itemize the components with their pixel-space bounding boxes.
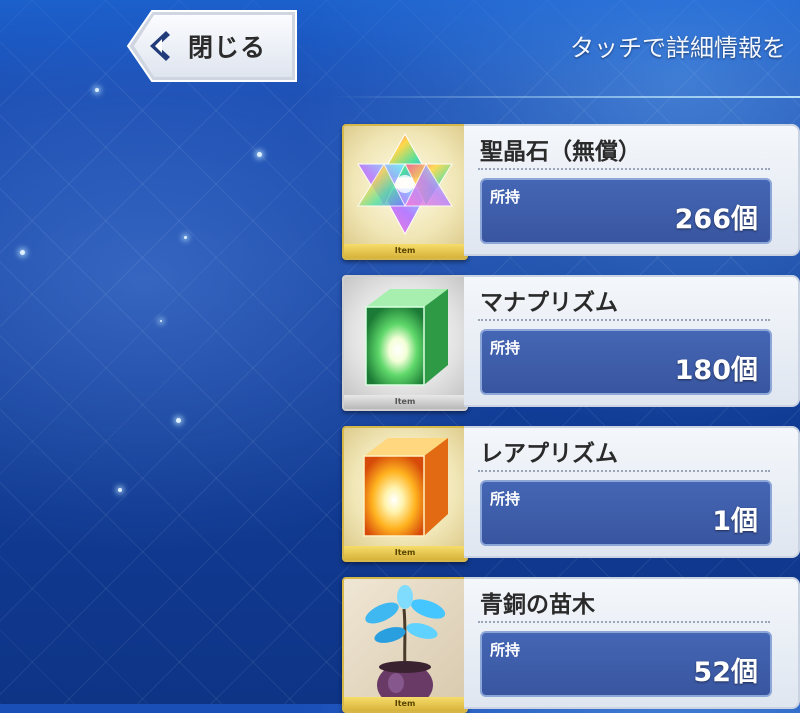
owned-label: 所持 bbox=[490, 641, 521, 659]
owned-label: 所持 bbox=[490, 339, 521, 357]
item-tag: Item bbox=[344, 244, 466, 258]
item-tag: Item bbox=[344, 546, 466, 560]
item-thumbnail: Item bbox=[342, 275, 468, 411]
bronze-sapling-icon bbox=[365, 585, 446, 707]
green-prism-icon bbox=[365, 289, 448, 386]
sparkle bbox=[176, 418, 181, 423]
owned-count: 180個 bbox=[674, 355, 758, 386]
item-info-panel: マナプリズム 所持 180個 bbox=[464, 275, 800, 407]
orange-prism-icon bbox=[363, 438, 448, 537]
item-name: 聖晶石（無償） bbox=[480, 139, 641, 165]
close-button[interactable]: 閉じる bbox=[126, 9, 298, 83]
owned-label: 所持 bbox=[490, 490, 521, 508]
close-button-label: 閉じる bbox=[188, 33, 267, 62]
owned-count: 1個 bbox=[712, 506, 758, 537]
sparkle bbox=[20, 250, 25, 255]
item-tag: Item bbox=[344, 395, 466, 409]
sparkle bbox=[118, 488, 122, 492]
owned-count-box: 所持 180個 bbox=[480, 329, 772, 395]
item-info-panel: 聖晶石（無償） 所持 266個 bbox=[464, 124, 800, 256]
divider bbox=[478, 621, 770, 623]
owned-count-box: 所持 52個 bbox=[480, 631, 772, 697]
item-thumbnail: Item bbox=[342, 426, 468, 562]
sparkle bbox=[160, 320, 162, 322]
divider bbox=[478, 168, 770, 170]
owned-count-box: 所持 1個 bbox=[480, 480, 772, 546]
item-name: マナプリズム bbox=[480, 290, 618, 316]
sparkle bbox=[184, 236, 187, 239]
owned-count: 52個 bbox=[693, 657, 758, 688]
item-thumbnail: Item bbox=[342, 124, 468, 260]
back-arrow-icon bbox=[150, 31, 170, 61]
item-tag: Item bbox=[344, 697, 466, 711]
divider bbox=[478, 319, 770, 321]
item-row-saint-quartz[interactable]: Item 聖晶石（無償） 所持 266個 bbox=[340, 124, 800, 260]
owned-count-box: 所持 266個 bbox=[480, 178, 772, 244]
item-info-panel: レアプリズム 所持 1個 bbox=[464, 426, 800, 558]
owned-count: 266個 bbox=[674, 204, 758, 235]
sparkle bbox=[257, 152, 262, 157]
item-info-panel: 青銅の苗木 所持 52個 bbox=[464, 577, 800, 709]
top-bar-divider bbox=[330, 96, 800, 98]
item-row-mana-prism[interactable]: Item マナプリズム 所持 180個 bbox=[340, 275, 800, 411]
item-name: 青銅の苗木 bbox=[480, 592, 595, 618]
touch-hint-text: タッチで詳細情報を bbox=[570, 34, 786, 62]
divider bbox=[478, 470, 770, 472]
item-row-rare-prism[interactable]: Item レアプリズム 所持 1個 bbox=[340, 426, 800, 562]
item-name: レアプリズム bbox=[480, 441, 618, 467]
saint-quartz-icon bbox=[357, 132, 453, 236]
owned-label: 所持 bbox=[490, 188, 521, 206]
item-row-bronze-sapling[interactable]: Item 青銅の苗木 所持 52個 bbox=[340, 577, 800, 713]
item-thumbnail: Item bbox=[342, 577, 468, 713]
